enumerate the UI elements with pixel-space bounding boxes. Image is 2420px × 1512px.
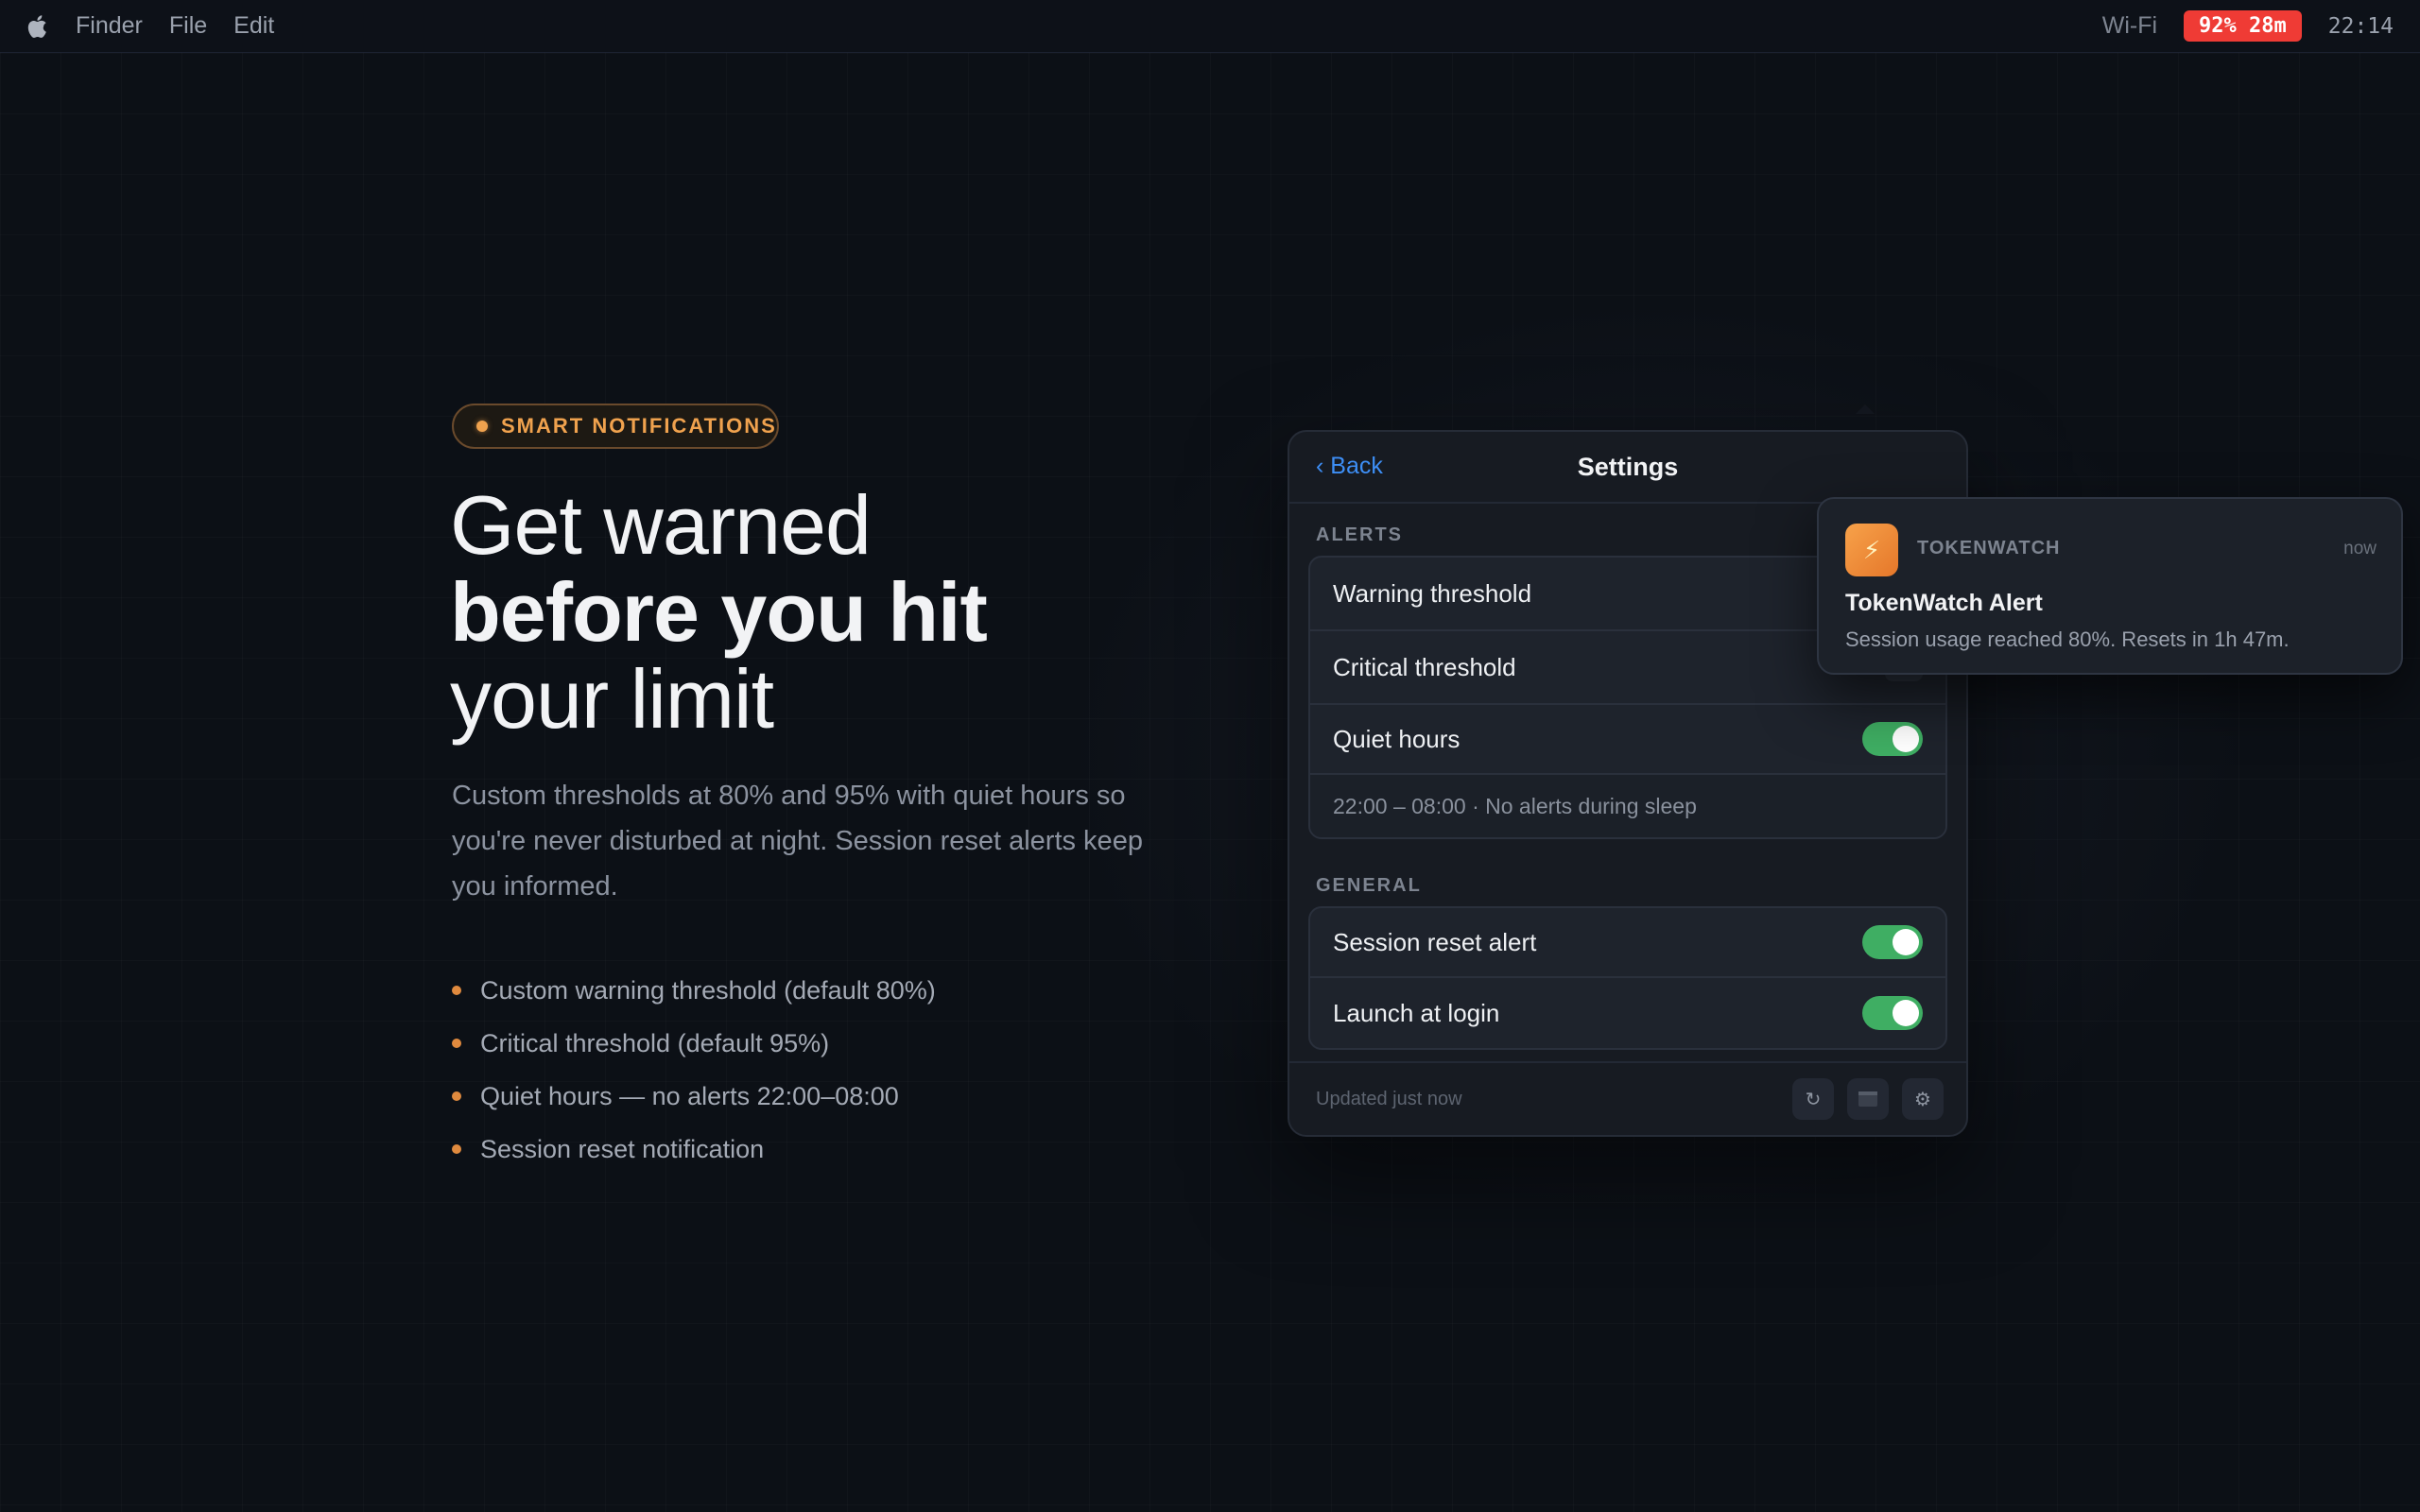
feature-item: Critical threshold (default 95%) [452,1017,936,1070]
quiet-hours-detail-row[interactable]: 22:00 – 08:00 · No alerts during sleep [1310,775,1945,837]
session-reset-alert-label: Session reset alert [1333,927,1537,956]
quiet-hours-label: Quiet hours [1333,724,1461,753]
headline-line-1: Get warned [450,478,872,572]
feature-item: Quiet hours — no alerts 22:00–08:00 [452,1070,936,1123]
popover-caret [1856,404,1875,414]
menu-finder[interactable]: Finder [76,12,143,40]
badge-label: SMART NOTIFICATIONS [501,414,777,438]
toggle-knob [1893,726,1919,752]
clock[interactable]: 22:14 [2328,14,2394,39]
menu-bar: Finder File Edit Wi-Fi 92% 28m 22:14 [0,0,2420,53]
toggle-knob [1893,929,1919,955]
bullet-dot [452,986,461,995]
feature-text: Quiet hours — no alerts 22:00–08:00 [480,1081,899,1110]
bullet-dot [452,1144,461,1154]
refresh-icon[interactable]: ↻ [1792,1078,1834,1120]
hero-headline: Get warned before you hit your limit [450,482,1301,743]
headline-line-3: your limit [450,652,774,746]
notification-app-name: TOKENWATCH [1917,538,2061,558]
back-button[interactable]: ‹ Back [1316,453,1383,480]
toggle-knob [1893,1000,1919,1026]
bullet-dot [452,1091,461,1101]
hero-subtext: Custom thresholds at 80% and 95% with qu… [452,781,1143,902]
warning-threshold-label: Warning threshold [1333,578,1532,608]
feature-item: Custom warning threshold (default 80%) [452,964,936,1017]
settings-title: Settings [1577,452,1679,481]
background-glow [0,0,2420,1512]
quiet-hours-toggle[interactable] [1862,722,1923,756]
lightning-icon: ⚡ [1845,524,1898,576]
general-section-header: GENERAL [1316,875,1422,896]
settings-footer: Updated just now ↻ ⚙ [1289,1061,1966,1135]
notification-body: Session usage reached 80%. Resets in 1h … [1845,627,2290,651]
menu-edit[interactable]: Edit [233,12,274,40]
footer-icon-group: ↻ ⚙ [1779,1078,1944,1120]
notification-time: now [2343,539,2377,558]
apple-icon[interactable] [26,14,47,38]
launch-at-login-row[interactable]: Launch at login [1310,978,1945,1048]
headline-line-2: before you hit [450,565,988,659]
general-group: Session reset alert Launch at login [1308,906,1947,1050]
feature-list: Custom warning threshold (default 80%) C… [452,964,936,1176]
feature-item: Session reset notification [452,1123,936,1176]
smart-notifications-badge: SMART NOTIFICATIONS [452,404,779,449]
notification-banner[interactable]: ⚡ TOKENWATCH now TokenWatch Alert Sessio… [1817,497,2403,675]
badge-dot [476,421,488,432]
feature-text: Custom warning threshold (default 80%) [480,975,936,1005]
launch-at-login-label: Launch at login [1333,998,1500,1027]
quiet-hours-detail: 22:00 – 08:00 · No alerts during sleep [1333,793,1697,818]
critical-threshold-label: Critical threshold [1333,652,1516,681]
wifi-status[interactable]: Wi-Fi [2102,12,2157,40]
settings-header: ‹ Back Settings [1289,432,1966,504]
bullet-dot [452,1039,461,1048]
session-reset-alert-toggle[interactable] [1862,925,1923,959]
updated-status: Updated just now [1316,1088,1462,1109]
launch-at-login-toggle[interactable] [1862,996,1923,1030]
notification-title: TokenWatch Alert [1845,590,2043,616]
gear-icon[interactable]: ⚙ [1902,1078,1944,1120]
feature-text: Critical threshold (default 95%) [480,1028,830,1057]
menu-file[interactable]: File [169,12,207,40]
window-icon[interactable] [1847,1078,1889,1120]
quiet-hours-row[interactable]: Quiet hours [1310,705,1945,775]
battery-badge[interactable]: 92% 28m [2184,10,2302,42]
feature-text: Session reset notification [480,1134,765,1163]
session-reset-alert-row[interactable]: Session reset alert [1310,908,1945,978]
